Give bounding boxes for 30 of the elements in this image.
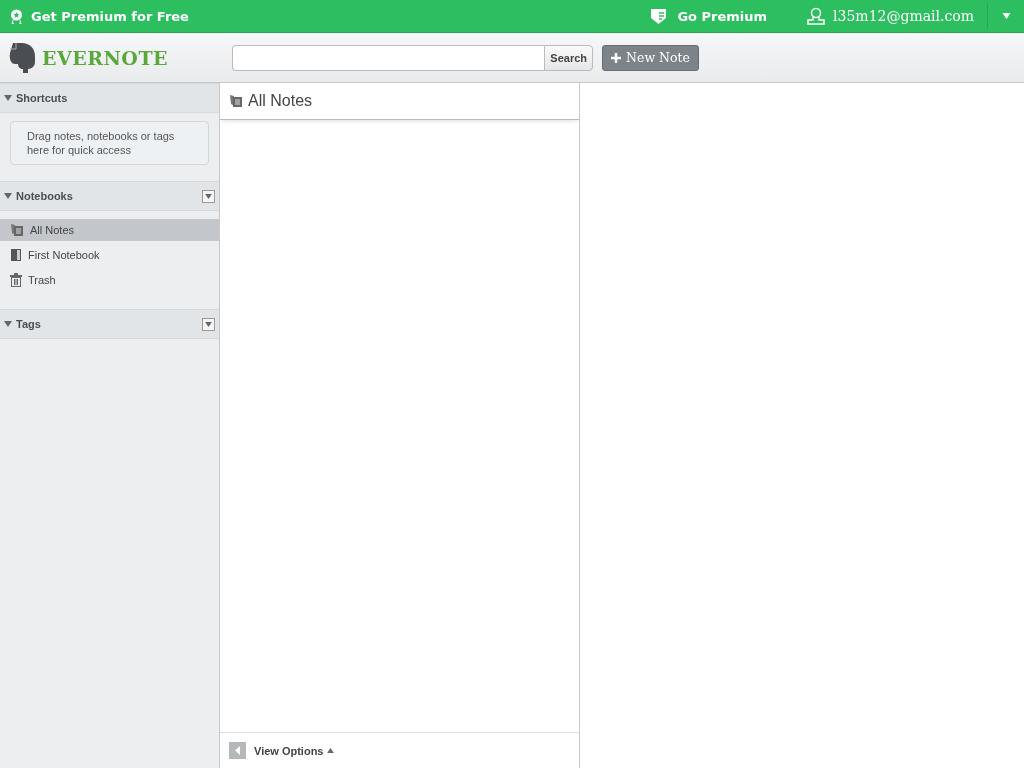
logo-text: EVERNOTE: [42, 46, 169, 69]
plus-icon: [611, 52, 622, 63]
dropdown-button[interactable]: [202, 189, 215, 203]
shield-icon: [651, 8, 667, 24]
caret-icon[interactable]: [1002, 13, 1011, 19]
search-field[interactable]: [232, 44, 545, 71]
notebooks-header[interactable]: Notebooks: [0, 181, 219, 211]
section-title: Shortcuts: [16, 92, 68, 104]
shortcuts-hint: Drag notes, notebooks or tags here for quick access: [10, 121, 209, 165]
view-options-button[interactable]: View Options: [254, 744, 335, 757]
caret-icon: [205, 193, 212, 199]
notebook-item[interactable]: All Notes: [0, 219, 219, 241]
ribbon-badge-icon: [10, 8, 23, 24]
section-title: Tags: [16, 318, 41, 330]
user-icon: [807, 7, 826, 25]
notebook-item[interactable]: Trash: [0, 269, 219, 291]
caret-icon: [327, 748, 335, 753]
search-button[interactable]: Search: [544, 44, 594, 71]
notebook-icon: [10, 248, 22, 262]
notes-icon: [229, 94, 243, 108]
caret-icon: [205, 321, 212, 327]
notebook-item[interactable]: First Notebook: [0, 244, 219, 266]
new-note-button[interactable]: New Note: [602, 44, 699, 71]
tags-header[interactable]: Tags: [0, 309, 219, 339]
dropdown-button[interactable]: [202, 317, 215, 331]
note-list-title: All Notes: [248, 92, 313, 110]
notes-icon: [10, 223, 24, 237]
shortcuts-header[interactable]: Shortcuts: [0, 83, 219, 113]
section-title: Notebooks: [16, 190, 73, 202]
trash-icon: [10, 273, 22, 287]
